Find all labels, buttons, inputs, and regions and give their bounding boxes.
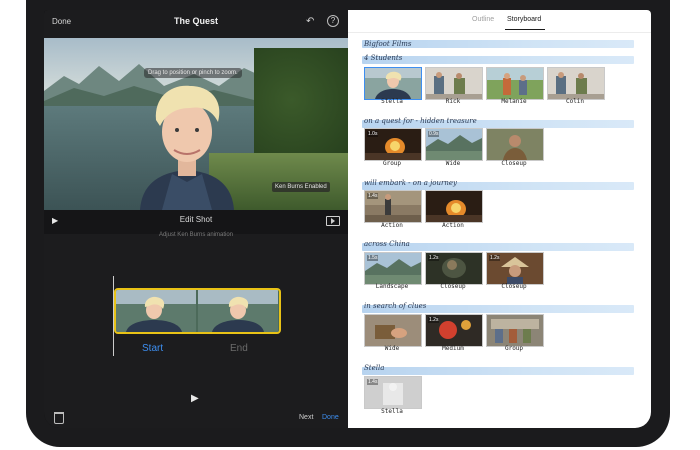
start-button[interactable]: Start (142, 343, 163, 354)
ken-burns-badge[interactable]: Ken Burns Enabled (272, 182, 330, 192)
screen: Done The Quest ↶ ? Drag to position or p… (44, 10, 651, 428)
storyboard-clip[interactable] (486, 314, 544, 347)
clip-thumbnail (426, 68, 482, 99)
section-subheading-band (362, 56, 634, 64)
clip-editor-panel: Done The Quest ↶ ? Drag to position or p… (44, 10, 348, 428)
clip-label: Action (442, 222, 464, 229)
tab-outline[interactable]: Outline (472, 16, 494, 23)
clip-duration: 1.2s (489, 255, 501, 261)
help-icon[interactable]: ? (327, 15, 339, 27)
ken-burns-clip[interactable] (114, 288, 281, 334)
storyboard-clip[interactable]: 1.2s (486, 252, 544, 285)
clip-label: Rick (445, 98, 461, 105)
storyboard-clip[interactable]: 1.4s (364, 190, 422, 223)
storyboard-clip[interactable]: 1.0s (364, 128, 422, 161)
clip-thumbnail (365, 315, 421, 346)
clip-label: Closeup (501, 283, 527, 290)
clip-thumbnail (365, 68, 421, 99)
clip-label: Wide (384, 345, 400, 352)
section-heading[interactable]: across China (364, 240, 410, 248)
clip-duration: 1.4s (367, 193, 379, 199)
clip-duration: 1.5s (367, 255, 379, 261)
clip-label: Group (382, 160, 402, 167)
trash-icon[interactable] (54, 412, 64, 424)
storyboard-panel: Outline Storyboard Bigfoot Films 4 Studen… (348, 10, 651, 428)
view-tabs: Outline Storyboard (348, 10, 651, 33)
clip-duration: 1.4s (367, 379, 379, 385)
done-shot-button[interactable]: Done (322, 414, 339, 421)
clip-thumbnail (487, 315, 543, 346)
section-subheading[interactable]: 4 Students (364, 54, 402, 62)
section-heading[interactable]: in search of clues (364, 302, 426, 310)
clip-thumbnail (548, 68, 604, 99)
ken-burns-subtitle: Adjust Ken Burns animation (158, 232, 234, 238)
section-heading-band (362, 367, 634, 375)
preview-person (140, 85, 234, 210)
tab-storyboard-underline (505, 29, 545, 30)
storyboard-clip[interactable] (425, 67, 483, 100)
playback-play-icon[interactable]: ▶ (191, 393, 199, 404)
end-button[interactable]: End (230, 343, 248, 354)
clip-label: Landscape (375, 283, 409, 290)
storyboard-clip[interactable]: 0.9s (425, 128, 483, 161)
clip-thumbnail (487, 68, 543, 99)
storyboard-clip[interactable]: 1.4s (364, 376, 422, 409)
edit-shot-title: Edit Shot (179, 215, 213, 224)
clip-duration: 1.0s (367, 131, 379, 137)
top-toolbar: Done The Quest ↶ ? (44, 10, 348, 38)
clip-thumbnail (487, 129, 543, 160)
storyboard-clip[interactable]: 1.2s (425, 252, 483, 285)
position-hint: Drag to position or pinch to zoom. (144, 68, 242, 78)
storyboard-clip[interactable] (486, 128, 544, 161)
clip-label: Closeup (501, 160, 527, 167)
project-title: The Quest (173, 16, 218, 26)
clip-label: Melanie (501, 98, 527, 105)
storyboard-clip[interactable] (486, 67, 544, 100)
storyboard-clip[interactable]: 1.5s (364, 252, 422, 285)
clip-label: Wide (445, 160, 461, 167)
clip-label: Colin (565, 98, 585, 105)
storyboard-clip[interactable] (364, 314, 422, 347)
end-frame-thumb[interactable] (198, 290, 278, 332)
section-heading[interactable]: Bigfoot Films (364, 40, 412, 48)
clip-label: Action (381, 222, 403, 229)
undo-icon[interactable]: ↶ (306, 16, 314, 27)
start-frame-thumb[interactable] (116, 290, 196, 332)
preview-fullscreen-icon[interactable] (326, 216, 340, 226)
clip-label: Closeup (440, 283, 466, 290)
clip-duration: 0.9s (428, 131, 440, 137)
storyboard-clip[interactable] (425, 190, 483, 223)
tab-storyboard[interactable]: Storyboard (507, 16, 541, 23)
clip-duration: 1.2s (428, 255, 440, 261)
clip-duration: 1.2s (428, 317, 440, 323)
storyboard-clip[interactable] (364, 67, 422, 100)
clip-label: Group (504, 345, 524, 352)
clip-label: Medium (442, 345, 464, 352)
section-heading[interactable]: will embark - on a journey (364, 179, 457, 187)
section-heading[interactable]: on a quest for - hidden treasure (364, 117, 477, 125)
clip-label: Stella (381, 98, 403, 105)
clip-label: Stella (381, 408, 403, 415)
section-heading[interactable]: Stella (364, 364, 384, 372)
clip-thumbnail (426, 191, 482, 222)
storyboard-clip[interactable]: 1.2s (425, 314, 483, 347)
storyboard-clip[interactable] (547, 67, 605, 100)
next-button[interactable]: Next (299, 414, 313, 421)
